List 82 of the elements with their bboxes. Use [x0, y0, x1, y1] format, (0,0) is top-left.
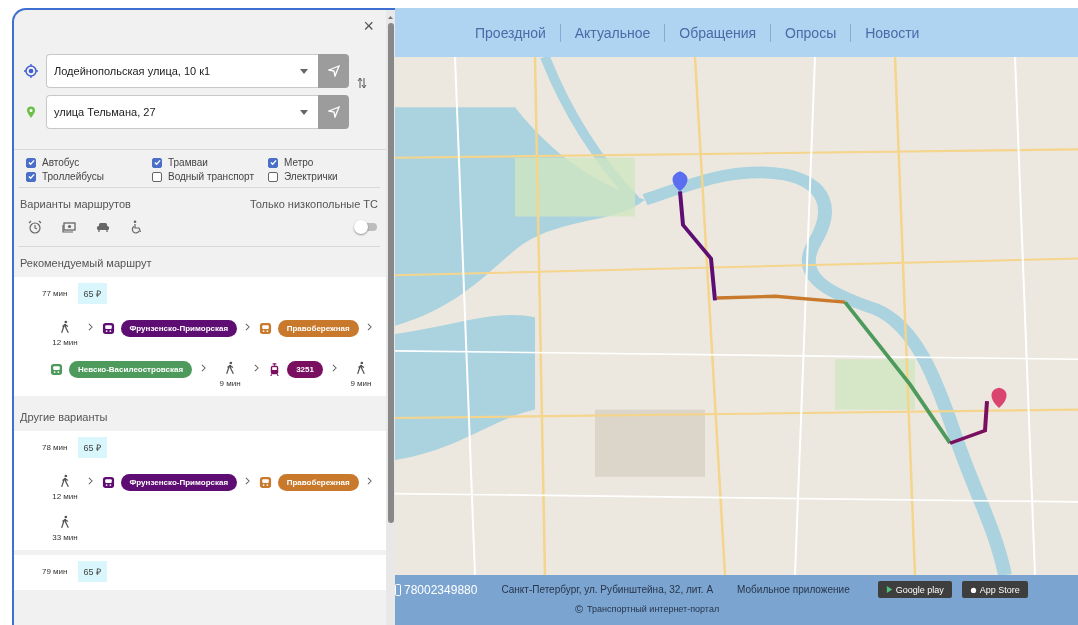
bus-icon: [258, 476, 272, 489]
checkmark-icon: [269, 159, 277, 166]
transport-checkbox[interactable]: Автобус: [26, 157, 152, 168]
line-label: Правобережная: [277, 474, 359, 491]
navigation-arrow-icon: [327, 106, 340, 118]
locate-button[interactable]: [318, 54, 349, 88]
transport-checkbox[interactable]: Троллейбусы: [26, 171, 152, 182]
bus-icon: [101, 476, 115, 489]
price-tag: 65 ₽: [77, 283, 108, 304]
transport-checkbox[interactable]: Трамваи: [152, 157, 268, 168]
location-target-icon: [24, 64, 38, 78]
route-card[interactable]: 78 мин 65 ₽ 12 мин Фрунзенско-Приморская Правобережная 33 мин: [14, 431, 386, 550]
bus-icon: [258, 322, 272, 335]
line-label: Фрунзенско-Приморская: [120, 320, 238, 337]
route-card[interactable]: 79 мин 65 ₽: [14, 555, 386, 590]
chevron-right-icon: [366, 323, 372, 331]
toggle-label: Только низкопольные ТС: [249, 198, 378, 210]
chevron-right-icon: [245, 477, 251, 485]
locate-button[interactable]: [318, 95, 349, 129]
store-badge[interactable]: App Store: [961, 581, 1028, 598]
chevron-right-icon: [331, 364, 337, 372]
route-time: 77 мин: [42, 289, 68, 298]
line-label: Правобережная: [277, 320, 359, 337]
price-tag: 65 ₽: [77, 437, 108, 458]
dropdown-caret-icon[interactable]: [300, 69, 308, 74]
scroll-up-arrow-icon[interactable]: [388, 16, 393, 19]
checkmark-icon: [153, 159, 161, 166]
price-tag: 65 ₽: [77, 561, 108, 582]
bus-icon: [101, 322, 115, 335]
swap-icon[interactable]: [357, 76, 367, 89]
copyright-mark: ©: [575, 603, 584, 615]
transport-checkbox[interactable]: Электрички: [268, 171, 386, 182]
mobile-app-label: Мобильное приложение: [737, 584, 850, 595]
route-time: 78 мин: [42, 443, 68, 452]
bus-icon: [50, 363, 63, 376]
line-label: Фрунзенско-Приморская: [120, 474, 238, 491]
chevron-right-icon: [366, 477, 372, 485]
map-pin-icon: [24, 105, 38, 119]
section-label: Варианты маршрутов: [20, 198, 131, 210]
section-title: Другие варианты: [19, 410, 109, 425]
chevron-right-icon: [254, 364, 260, 372]
copyright-text: Транспортный интернет-портал: [587, 604, 720, 614]
tram-icon: [268, 363, 282, 376]
close-button[interactable]: ×: [361, 16, 376, 36]
walk-duration: 33 мин: [52, 533, 78, 542]
address-field[interactable]: Лодейнопольская улица, 10 к1: [46, 54, 318, 88]
chevron-right-icon: [201, 364, 207, 372]
nav-link[interactable]: Обращения: [664, 23, 771, 42]
walk-duration: 12 мин: [52, 492, 78, 501]
store-badge[interactable]: Google play: [877, 581, 952, 598]
wheelchair-icon[interactable]: [130, 220, 144, 234]
walking-person-icon: [60, 320, 70, 334]
route-time: 79 мин: [42, 567, 68, 576]
chevron-right-icon: [88, 323, 94, 331]
section-title: Рекомендуемый маршрут: [19, 256, 153, 271]
walking-person-icon: [355, 361, 366, 375]
nav-link[interactable]: Проездной: [461, 23, 560, 42]
walking-person-icon: [60, 515, 70, 529]
scrollbar[interactable]: [386, 10, 395, 625]
route-number: 3251: [287, 361, 323, 378]
nav-link[interactable]: Опросы: [770, 23, 851, 42]
dropdown-caret-icon[interactable]: [300, 110, 308, 115]
transport-checkbox[interactable]: Метро: [268, 157, 386, 168]
low-floor-toggle[interactable]: [354, 220, 378, 234]
alarm-clock-icon[interactable]: [28, 220, 42, 234]
chevron-right-icon: [88, 477, 94, 485]
transport-checkbox[interactable]: Водный транспорт: [152, 171, 268, 182]
walking-person-icon: [60, 474, 70, 488]
walk-duration: 12 мин: [52, 338, 78, 347]
seat-icon[interactable]: [96, 220, 110, 234]
walk-duration: 9 мин: [350, 379, 372, 388]
nav-link[interactable]: Актуальное: [559, 23, 665, 42]
address-text: Санкт-Петербург, ул. Рубинштейна, 32, лит. А: [501, 584, 714, 595]
walk-duration: 9 мин: [219, 379, 241, 388]
route-card[interactable]: 77 мин 65 ₽ 12 мин Фрунзенско-Приморская Правобережная Невско-Василеостровская 9 мин 3251 9 мин: [14, 277, 386, 396]
line-label: Невско-Василеостровская: [69, 361, 193, 378]
phone-icon: [395, 583, 401, 596]
walking-person-icon: [225, 361, 236, 375]
money-icon[interactable]: [62, 220, 76, 234]
chevron-right-icon: [245, 323, 251, 331]
address-field[interactable]: улица Тельмана, 27: [46, 95, 318, 129]
navigation-arrow-icon: [327, 65, 340, 77]
